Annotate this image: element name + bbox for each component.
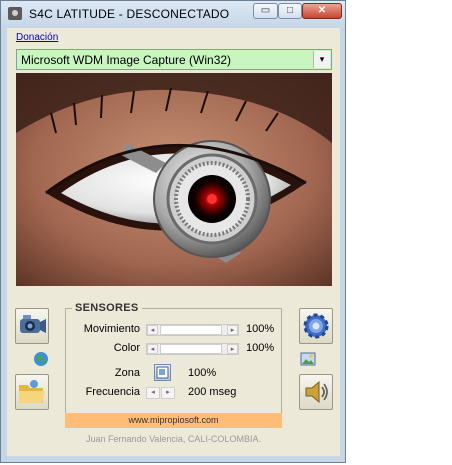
frequency-label: Frecuencia — [85, 386, 140, 398]
webcam-app-icon — [8, 7, 22, 20]
window-title: S4C LATITUDE - DESCONECTADO — [29, 7, 230, 21]
zone-select-button[interactable] — [154, 364, 171, 381]
sensors-group: SENSORES Movimiento ◂ ▸ 100% Color ◂ ▸ 1… — [65, 302, 282, 425]
minimize-button[interactable]: ▭ — [253, 3, 278, 19]
capture-device-select[interactable]: Microsoft WDM Image Capture (Win32) ▾ — [16, 49, 332, 70]
donation-link[interactable]: Donación — [16, 32, 58, 43]
frequency-stepper[interactable]: ◂ ▸ — [146, 387, 178, 399]
camera-preview — [16, 73, 332, 286]
frequency-increase-arrow[interactable]: ▸ — [161, 387, 175, 399]
web-button[interactable] — [32, 350, 50, 368]
gear-icon — [303, 313, 329, 339]
chevron-down-icon[interactable]: ▾ — [313, 51, 330, 68]
open-folder-icon — [19, 380, 45, 403]
open-folder-button[interactable] — [15, 374, 49, 410]
movement-slider-thumb[interactable] — [160, 325, 222, 335]
eye-preview-image — [16, 73, 332, 286]
color-decrease-arrow[interactable]: ◂ — [147, 344, 158, 354]
sound-button[interactable] — [299, 374, 333, 410]
picture-icon — [300, 352, 316, 366]
globe-icon — [34, 352, 48, 366]
movement-label: Movimiento — [83, 323, 140, 335]
frequency-decrease-arrow[interactable]: ◂ — [146, 387, 160, 399]
color-increase-arrow[interactable]: ▸ — [227, 344, 238, 354]
zone-value: 100% — [188, 367, 217, 379]
sensors-title: SENSORES — [72, 302, 142, 314]
movement-increase-arrow[interactable]: ▸ — [227, 325, 238, 335]
settings-button[interactable] — [299, 308, 333, 344]
color-slider[interactable]: ◂ ▸ — [146, 343, 239, 355]
client-area: Donación Microsoft WDM Image Capture (Wi… — [7, 28, 340, 456]
color-slider-thumb[interactable] — [160, 344, 222, 354]
website-banner[interactable]: www.mipropiosoft.com — [65, 413, 282, 428]
speaker-icon — [305, 380, 328, 404]
frequency-value: 200 mseg — [188, 386, 237, 398]
title-bar[interactable]: S4C LATITUDE - DESCONECTADO ▭ □ ✕ — [1, 1, 345, 28]
app-window: S4C LATITUDE - DESCONECTADO ▭ □ ✕ Donaci… — [0, 0, 346, 463]
camera-button[interactable] — [15, 308, 49, 344]
camcorder-icon — [20, 315, 46, 333]
movement-slider[interactable]: ◂ ▸ — [146, 324, 239, 336]
author-credit: Juan Fernando Valencia, CALI-COLOMBIA. — [86, 434, 261, 444]
maximize-button[interactable]: □ — [278, 3, 302, 19]
close-button[interactable]: ✕ — [302, 3, 342, 19]
color-value: 100% — [246, 342, 275, 354]
movement-value: 100% — [246, 323, 275, 335]
image-button[interactable] — [299, 350, 317, 368]
movement-decrease-arrow[interactable]: ◂ — [147, 325, 158, 335]
capture-device-selected: Microsoft WDM Image Capture (Win32) — [21, 53, 232, 67]
color-label: Color — [113, 342, 140, 354]
zone-frame-icon — [156, 366, 169, 379]
zone-label: Zona — [114, 367, 140, 379]
